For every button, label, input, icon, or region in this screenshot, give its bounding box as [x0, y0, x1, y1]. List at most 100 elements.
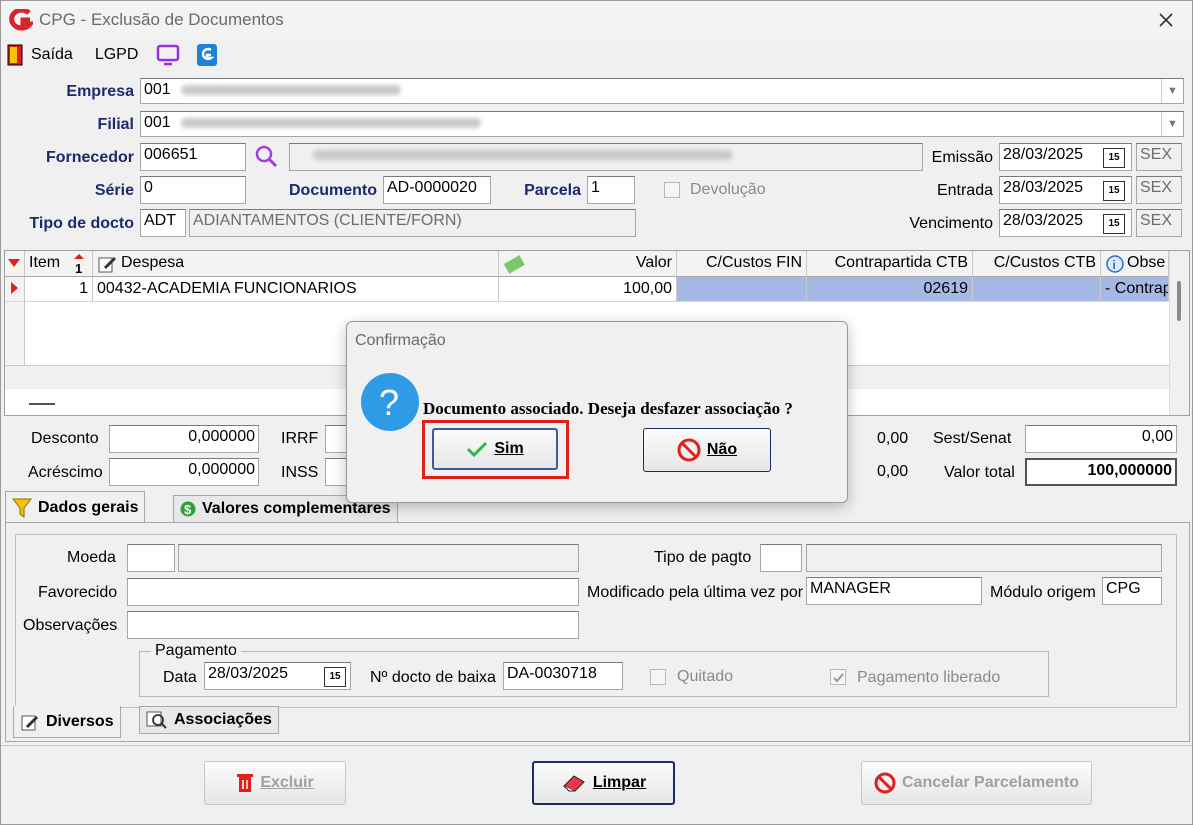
confirmation-dialog: Confirmação ? Documento associado. Desej… — [346, 321, 848, 503]
entrada-label: Entrada — [936, 182, 993, 199]
splitter-handle[interactable] — [29, 403, 55, 405]
calendar-icon[interactable]: 15 — [324, 667, 346, 687]
devolucao-label: Devolução — [690, 181, 766, 198]
fornecedor-label: Fornecedor — [45, 149, 134, 166]
ndocto-label: Nº docto de baixa — [370, 669, 496, 686]
chevron-down-icon[interactable]: ▼ — [1161, 112, 1183, 136]
limpar-button[interactable]: Limpar — [532, 761, 675, 805]
irrf-label: IRRF — [281, 430, 319, 447]
col-valor[interactable]: Valor — [499, 251, 677, 277]
sort-1-icon: 1 — [74, 254, 84, 274]
cell-item[interactable]: 1 — [25, 277, 93, 302]
grid-scrollbar[interactable] — [1169, 251, 1189, 415]
check-icon — [467, 441, 488, 458]
devolucao-checkbox[interactable] — [664, 181, 680, 199]
cell-cc-ctb[interactable] — [973, 277, 1101, 302]
excluir-button[interactable]: Excluir — [204, 761, 346, 805]
documento-field[interactable]: AD-0000020 — [383, 176, 491, 204]
svg-text:1: 1 — [75, 261, 82, 274]
dialog-title: Confirmação — [355, 332, 446, 349]
svg-text:$: $ — [184, 502, 192, 517]
fornecedor-field[interactable]: 006651 — [140, 143, 246, 171]
total-label: Valor total — [944, 464, 1015, 481]
dialog-message: Documento associado. Deseja desfazer ass… — [423, 399, 793, 418]
serie-field[interactable]: 0 — [140, 176, 246, 204]
vencimento-label: Vencimento — [909, 215, 993, 232]
cell-contrapartida[interactable]: 02619 — [807, 277, 973, 302]
tipo-pagto-code-field[interactable] — [760, 544, 802, 572]
empresa-field[interactable]: 001 ▼ — [140, 78, 1184, 104]
serie-label: Série — [94, 182, 134, 199]
mid1-value: 0,00 — [877, 430, 909, 447]
calendar-icon[interactable]: 15 — [1103, 148, 1125, 168]
filter-icon — [12, 498, 32, 518]
search-icon[interactable] — [254, 144, 278, 168]
parcela-field[interactable]: 1 — [587, 176, 635, 204]
question-icon: ? — [361, 373, 419, 431]
parcela-label: Parcela — [524, 182, 581, 199]
col-obs[interactable]: i Obse — [1101, 251, 1169, 277]
modulo-label: Módulo origem — [990, 584, 1096, 601]
desconto-field[interactable]: 0,000000 — [109, 425, 259, 453]
col-cc-fin[interactable]: C/Custos FIN — [677, 251, 807, 277]
check-icon — [833, 673, 844, 683]
tipo-pagto-desc-field — [806, 544, 1162, 572]
entrada-day: SEX — [1136, 176, 1182, 204]
exit-door-icon[interactable] — [7, 44, 25, 66]
row-arrow-icon — [11, 282, 18, 294]
emissao-label: Emissão — [931, 149, 993, 166]
col-cc-ctb[interactable]: C/Custos CTB — [973, 251, 1101, 277]
empresa-label: Empresa — [66, 83, 134, 100]
favorecido-field[interactable] — [127, 578, 579, 606]
acrescimo-label: Acréscimo — [28, 464, 103, 481]
window-title: CPG - Exclusão de Documentos — [39, 10, 284, 29]
calendar-icon[interactable]: 15 — [1103, 214, 1125, 234]
chevron-down-icon[interactable]: ▼ — [1161, 79, 1183, 103]
fornecedor-name-field — [289, 143, 923, 171]
dollar-icon: $ — [180, 501, 196, 517]
data-label: Data — [163, 669, 197, 686]
sort-down-icon — [8, 259, 20, 267]
cell-cc-fin[interactable] — [677, 277, 807, 302]
modificado-label: Modificado pela última vez por — [587, 584, 804, 601]
money-icon — [503, 255, 525, 274]
col-despesa[interactable]: Despesa — [93, 251, 499, 277]
monitor-icon[interactable] — [156, 44, 180, 66]
menu-exit[interactable]: Saída — [31, 46, 73, 64]
filial-field[interactable]: 001 ▼ — [140, 111, 1184, 137]
tab-associacoes[interactable]: Associações — [139, 706, 279, 734]
row-indicator — [5, 277, 25, 302]
col-item[interactable]: Item 1 — [25, 251, 93, 277]
total-field: 100,000000 — [1025, 458, 1177, 486]
footer-separator — [1, 745, 1192, 746]
moeda-code-field[interactable] — [127, 544, 175, 572]
eraser-icon — [562, 775, 585, 792]
no-button[interactable]: Não — [643, 428, 771, 472]
g-logo-icon[interactable] — [196, 43, 218, 67]
tab-dados-gerais[interactable]: Dados gerais — [5, 491, 146, 523]
col-contrapartida[interactable]: Contrapartida CTB — [807, 251, 973, 277]
yes-button[interactable]: Sim — [432, 428, 558, 470]
tipo-docto-code-field[interactable]: ADT — [140, 209, 186, 237]
quitado-label: Quitado — [677, 668, 734, 685]
tab-diversos[interactable]: Diversos — [13, 706, 121, 738]
cell-valor[interactable]: 100,00 — [499, 277, 677, 302]
cell-obs[interactable]: - Contrap — [1101, 277, 1169, 302]
cell-despesa[interactable]: 00432-ACADEMIA FUNCIONARIOS — [93, 277, 499, 302]
menu-lgpd[interactable]: LGPD — [95, 46, 139, 64]
favorecido-label: Favorecido — [38, 584, 118, 601]
observacoes-field[interactable] — [127, 611, 579, 639]
title-bar: CPG - Exclusão de Documentos — [1, 1, 1192, 39]
pagamento-liberado-checkbox[interactable] — [830, 668, 846, 686]
acrescimo-field[interactable]: 0,000000 — [109, 458, 259, 486]
sest-field[interactable]: 0,00 — [1025, 425, 1177, 453]
calendar-icon[interactable]: 15 — [1103, 181, 1125, 201]
grid-corner — [5, 251, 25, 277]
cancelar-parcelamento-button[interactable]: Cancelar Parcelamento — [861, 761, 1092, 805]
close-icon[interactable] — [1158, 12, 1174, 28]
magnifier-doc-icon — [146, 711, 167, 729]
pagamento-group-label: Pagamento — [151, 642, 241, 660]
cancel-icon — [874, 772, 896, 794]
info-icon: i — [1106, 255, 1124, 273]
quitado-checkbox[interactable] — [650, 668, 666, 686]
